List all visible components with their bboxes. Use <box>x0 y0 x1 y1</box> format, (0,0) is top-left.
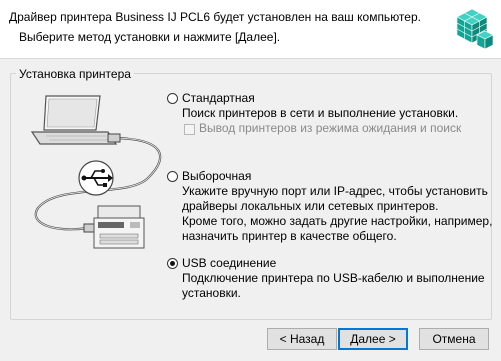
cubes-logo-icon <box>456 8 494 50</box>
next-button[interactable]: Далее > <box>338 328 408 350</box>
usb-connection-illustration <box>30 95 162 249</box>
back-button[interactable]: < Назад <box>267 328 337 350</box>
custom-description-line1: Укажите вручную порт или IP-адрес, чтобы… <box>182 184 488 198</box>
custom-description-line3: Кроме того, можно задать другие настройк… <box>182 214 493 228</box>
standard-description: Поиск принтеров в сети и выполнение уста… <box>182 106 459 120</box>
custom-description-line4: назначить принтер в качестве общего. <box>182 229 397 243</box>
header-instruction-line2: Выберите метод установки и нажмите [Дале… <box>19 30 281 44</box>
header-banner: Драйвер принтера Business IJ PCL6 будет … <box>0 0 501 59</box>
cancel-button[interactable]: Отмена <box>419 328 489 350</box>
usb-radio[interactable] <box>167 258 178 269</box>
header-instruction-line1: Драйвер принтера Business IJ PCL6 будет … <box>9 10 421 24</box>
usb-label[interactable]: USB соединение <box>182 256 276 270</box>
laptop-icon <box>30 95 118 145</box>
custom-description-line2: драйверы локальных или сетевых принтеров… <box>182 199 439 213</box>
printer-icon <box>93 205 145 249</box>
usb-description-line2: установки. <box>182 286 241 300</box>
custom-radio[interactable] <box>167 171 178 182</box>
standard-label[interactable]: Стандартная <box>182 91 255 105</box>
usb-symbol-icon <box>78 160 114 196</box>
wake-printers-checkbox[interactable] <box>184 124 195 135</box>
wake-printers-checkbox-label[interactable]: Вывод принтеров из режима ожидания и пои… <box>199 121 461 136</box>
custom-label[interactable]: Выборочная <box>182 169 251 183</box>
group-title: Установка принтера <box>16 67 134 81</box>
standard-radio[interactable] <box>167 93 178 104</box>
usb-description-line1: Подключение принтера по USB-кабелю и вып… <box>182 271 485 285</box>
